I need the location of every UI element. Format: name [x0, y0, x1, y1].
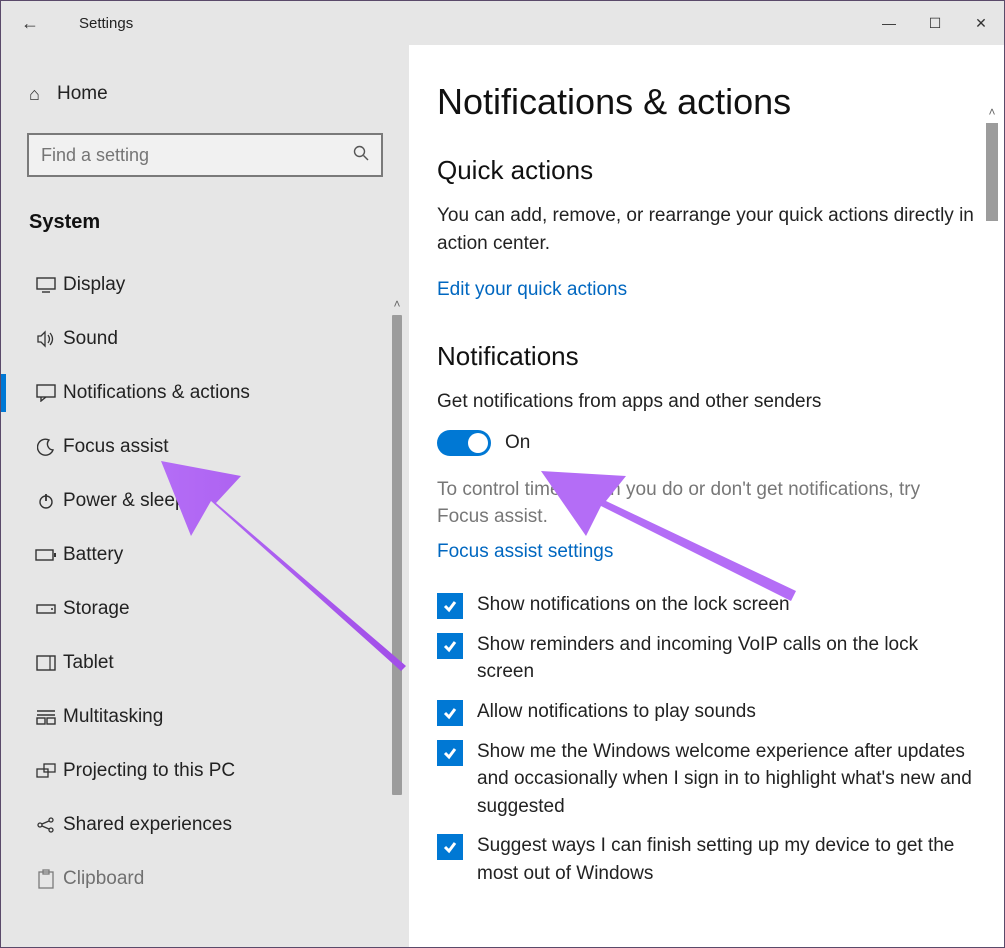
maximize-button[interactable]: ☐ [912, 1, 958, 45]
notifications-toggle[interactable] [437, 430, 491, 456]
nav-list: Display Sound Notifications & actions Fo… [1, 258, 409, 906]
sidebar-item-display[interactable]: Display [1, 258, 409, 312]
sidebar-item-multitasking[interactable]: Multitasking [1, 690, 409, 744]
page-title: Notifications & actions [437, 81, 976, 123]
sidebar-item-clipboard[interactable]: Clipboard [1, 852, 409, 906]
sidebar-item-label: Multitasking [63, 706, 163, 728]
battery-icon [29, 548, 63, 562]
speaker-icon [29, 330, 63, 348]
sidebar-item-notifications[interactable]: Notifications & actions [1, 366, 409, 420]
power-icon [29, 492, 63, 510]
checkbox-row[interactable]: Show notifications on the lock screen [437, 591, 976, 619]
checkbox-row[interactable]: Suggest ways I can finish setting up my … [437, 832, 976, 887]
sidebar-item-label: Sound [63, 328, 118, 350]
content-pane: Notifications & actions Quick actions Yo… [409, 45, 1004, 947]
content-scrollbar[interactable]: ˄ [984, 105, 1000, 225]
sidebar-item-projecting[interactable]: Projecting to this PC [1, 744, 409, 798]
minimize-button[interactable]: — [866, 1, 912, 45]
checkbox-checked-icon[interactable] [437, 834, 463, 860]
title-bar: ← Settings — ☐ ✕ [1, 1, 1004, 45]
checkbox-row[interactable]: Show me the Windows welcome experience a… [437, 738, 976, 821]
search-icon [353, 145, 369, 166]
search-box[interactable] [27, 133, 383, 177]
sidebar-item-shared[interactable]: Shared experiences [1, 798, 409, 852]
project-icon [29, 763, 63, 779]
sidebar-item-tablet[interactable]: Tablet [1, 636, 409, 690]
home-button[interactable]: ⌂ Home [1, 73, 409, 115]
sidebar-item-battery[interactable]: Battery [1, 528, 409, 582]
checkbox-checked-icon[interactable] [437, 593, 463, 619]
focus-assist-hint: To control times when you do or don't ge… [437, 476, 976, 531]
checkbox-label: Allow notifications to play sounds [477, 698, 756, 726]
sidebar-item-label: Shared experiences [63, 814, 232, 836]
sidebar-item-sound[interactable]: Sound [1, 312, 409, 366]
moon-icon [29, 438, 63, 456]
sidebar-item-label: Storage [63, 598, 130, 620]
sidebar-scrollbar[interactable]: ˄ [389, 297, 405, 799]
sidebar-item-label: Projecting to this PC [63, 760, 235, 782]
clipboard-icon [29, 869, 63, 889]
checkbox-row[interactable]: Show reminders and incoming VoIP calls o… [437, 631, 976, 686]
section-title: System [1, 205, 409, 258]
checkbox-checked-icon[interactable] [437, 700, 463, 726]
chat-icon [29, 384, 63, 402]
sidebar-item-label: Focus assist [63, 436, 169, 458]
window-title: Settings [79, 15, 133, 32]
close-button[interactable]: ✕ [958, 1, 1004, 45]
sidebar-item-power-sleep[interactable]: Power & sleep [1, 474, 409, 528]
sidebar-item-storage[interactable]: Storage [1, 582, 409, 636]
storage-icon [29, 602, 63, 616]
scroll-thumb[interactable] [986, 123, 998, 221]
multitask-icon [29, 709, 63, 725]
sidebar-item-label: Display [63, 274, 125, 296]
checkbox-label: Show reminders and incoming VoIP calls o… [477, 631, 976, 686]
back-icon[interactable]: ← [21, 13, 51, 34]
tablet-icon [29, 655, 63, 671]
checkbox-row[interactable]: Allow notifications to play sounds [437, 698, 976, 726]
sidebar-item-focus-assist[interactable]: Focus assist [1, 420, 409, 474]
scroll-up-icon[interactable]: ˄ [984, 105, 1000, 119]
quick-actions-heading: Quick actions [437, 155, 976, 186]
checkbox-checked-icon[interactable] [437, 633, 463, 659]
checkbox-label: Show notifications on the lock screen [477, 591, 790, 619]
sidebar-item-label: Clipboard [63, 868, 144, 890]
sidebar: ⌂ Home System Display Sound Notification… [1, 45, 409, 947]
notifications-heading: Notifications [437, 341, 976, 372]
sidebar-item-label: Battery [63, 544, 123, 566]
scroll-thumb[interactable] [392, 315, 402, 795]
checkbox-label: Show me the Windows welcome experience a… [477, 738, 976, 821]
quick-actions-desc: You can add, remove, or rearrange your q… [437, 202, 976, 257]
search-input[interactable] [41, 145, 353, 166]
scroll-up-icon[interactable]: ˄ [389, 297, 405, 311]
sidebar-item-label: Tablet [63, 652, 114, 674]
home-icon: ⌂ [29, 84, 57, 105]
checkbox-checked-icon[interactable] [437, 740, 463, 766]
sidebar-item-label: Power & sleep [63, 490, 186, 512]
share-icon [29, 816, 63, 834]
checkbox-label: Suggest ways I can finish setting up my … [477, 832, 976, 887]
toggle-state: On [505, 432, 530, 454]
edit-quick-actions-link[interactable]: Edit your quick actions [437, 279, 627, 301]
notifications-toggle-label: Get notifications from apps and other se… [437, 388, 976, 416]
focus-assist-settings-link[interactable]: Focus assist settings [437, 541, 613, 563]
home-label: Home [57, 83, 108, 105]
sidebar-item-label: Notifications & actions [63, 382, 250, 404]
monitor-icon [29, 277, 63, 293]
